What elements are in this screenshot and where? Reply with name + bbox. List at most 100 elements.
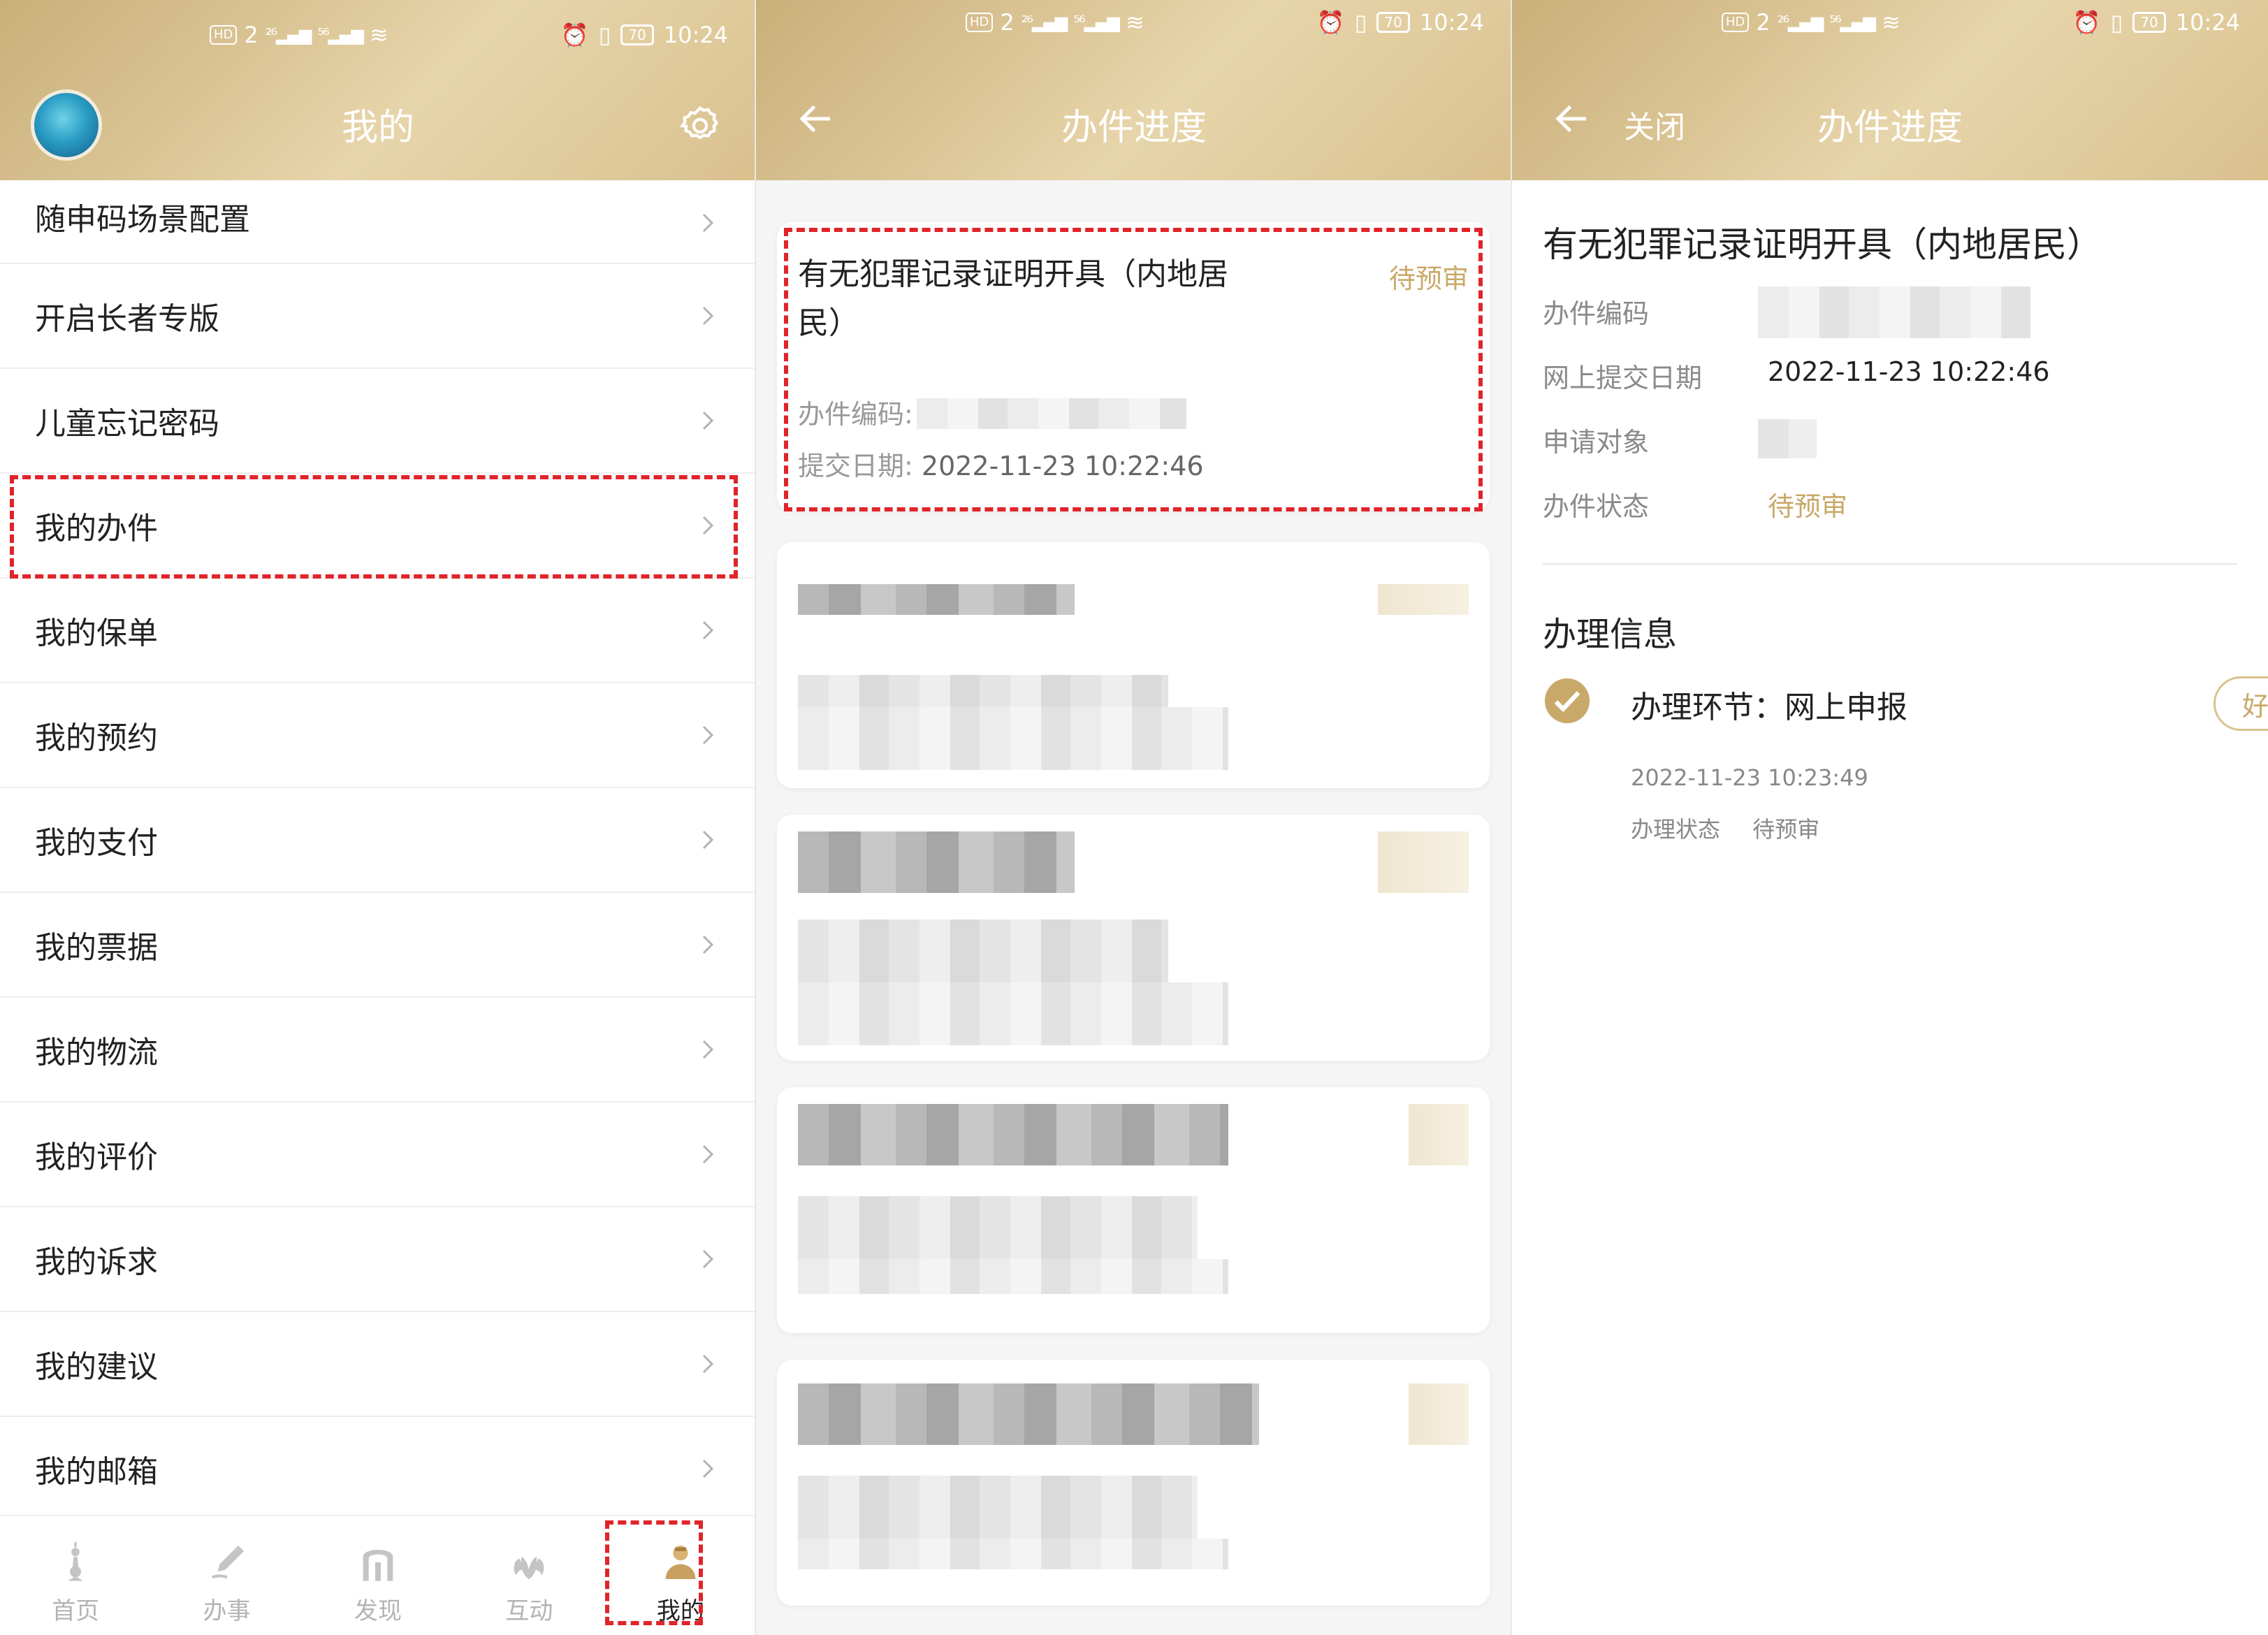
menu-item-my-policies[interactable]: 我的保单 bbox=[0, 579, 756, 683]
menu-item-my-payments[interactable]: 我的支付 bbox=[0, 788, 756, 893]
net-label: ²⁶ bbox=[1777, 13, 1789, 32]
chevron-right-icon bbox=[702, 306, 714, 326]
signal-icon: ²⁶▂▄▆ bbox=[1777, 13, 1824, 32]
chevron-right-icon bbox=[702, 1144, 714, 1164]
case-card-redacted[interactable] bbox=[777, 815, 1490, 1061]
tab-label: 办事 bbox=[203, 1597, 251, 1625]
redacted-line bbox=[798, 982, 1228, 1045]
menu-item-label: 随申码场景配置 bbox=[35, 202, 250, 238]
menu-item-scene-config[interactable]: 随申码场景配置 bbox=[0, 180, 756, 264]
step-time: 2022-11-23 10:23:49 bbox=[1631, 764, 1868, 791]
status-badge: 待预审 bbox=[1768, 491, 1848, 522]
chevron-right-icon bbox=[702, 1459, 714, 1478]
page-title: 我的 bbox=[341, 107, 414, 149]
step-state-value: 待预审 bbox=[1752, 816, 1820, 843]
wifi-icon: ≋ bbox=[1882, 9, 1900, 36]
menu-item-my-logistics[interactable]: 我的物流 bbox=[0, 998, 756, 1103]
clock: 10:24 bbox=[663, 22, 728, 48]
tab-home[interactable]: 首页 bbox=[0, 1516, 151, 1635]
rate-button[interactable]: 好差评 bbox=[2214, 676, 2268, 731]
menu-item-my-receipts[interactable]: 我的票据 bbox=[0, 893, 756, 998]
redacted-line bbox=[798, 1259, 1228, 1294]
field-label: 申请对象 bbox=[1543, 427, 1650, 458]
settings-menu: 随申码场景配置 开启长者专版 儿童忘记密码 我的办件 我的保单 我的预约 我的支… bbox=[0, 180, 756, 1522]
check-circle-icon bbox=[1544, 678, 1590, 724]
alarm-icon: ⏰ bbox=[1316, 9, 1345, 36]
tab-discover[interactable]: 发现 bbox=[303, 1516, 453, 1635]
tab-services[interactable]: 办事 bbox=[151, 1516, 302, 1635]
status-bar-right: ⏰ ▯ 70 10:24 bbox=[2073, 0, 2240, 45]
highlight-box bbox=[605, 1520, 703, 1625]
wifi-icon: ≋ bbox=[1126, 9, 1144, 36]
header: HD 2 ²⁶▂▄▆ ⁵⁶▂▄▆ ≋ ⏰ ▯ 70 10:24 关闭 办件进度 bbox=[1512, 0, 2268, 180]
page-title: 办件进度 bbox=[1061, 107, 1207, 149]
menu-item-label: 我的诉求 bbox=[35, 1244, 158, 1280]
vibrate-icon: ▯ bbox=[2110, 9, 2123, 36]
case-card-redacted[interactable] bbox=[777, 542, 1490, 788]
pen-icon bbox=[211, 1546, 244, 1579]
menu-item-label: 我的邮箱 bbox=[35, 1454, 158, 1490]
alarm-icon: ⏰ bbox=[2072, 9, 2101, 36]
menu-item-label: 儿童忘记密码 bbox=[35, 406, 219, 442]
menu-item-label: 我的建议 bbox=[35, 1349, 158, 1385]
signal-icon: ²⁶▂▄▆ bbox=[1021, 13, 1068, 32]
hd-badge: HD bbox=[1722, 13, 1750, 32]
case-card-redacted[interactable] bbox=[777, 1360, 1490, 1606]
status-bar-right: ⏰ ▯ 70 10:24 bbox=[1317, 0, 1484, 45]
magnolia-icon bbox=[514, 1557, 544, 1579]
menu-item-my-suggestions[interactable]: 我的建议 bbox=[0, 1312, 756, 1417]
redacted-line bbox=[798, 1476, 1198, 1539]
redacted-target bbox=[1758, 419, 1817, 458]
chevron-right-icon bbox=[702, 213, 714, 233]
net-label: ⁵⁶ bbox=[1829, 13, 1841, 32]
signal-icon: ⁵⁶▂▄▆ bbox=[317, 25, 364, 45]
net-label: ⁵⁶ bbox=[1073, 13, 1085, 32]
net-label: ²⁶ bbox=[1021, 13, 1033, 32]
menu-item-my-appointments[interactable]: 我的预约 bbox=[0, 683, 756, 788]
highlight-box bbox=[784, 228, 1483, 511]
menu-item-my-reviews[interactable]: 我的评价 bbox=[0, 1103, 756, 1207]
hd-badge: HD bbox=[210, 25, 238, 45]
gear-icon[interactable] bbox=[678, 103, 722, 148]
chevron-right-icon bbox=[702, 1040, 714, 1059]
status-bar-left: HD 2 ²⁶▂▄▆ ⁵⁶▂▄▆ ≋ bbox=[1722, 0, 1900, 45]
alarm-icon: ⏰ bbox=[560, 22, 589, 48]
battery-icon: 70 bbox=[620, 24, 654, 45]
chevron-right-icon bbox=[702, 725, 714, 745]
menu-item-label: 我的保单 bbox=[35, 616, 158, 651]
step-state-label: 办理状态 bbox=[1631, 816, 1721, 843]
menu-item-label: 我的评价 bbox=[35, 1140, 158, 1175]
hd-badge: HD bbox=[966, 13, 994, 32]
section-title: 办理信息 bbox=[1543, 615, 1678, 654]
case-card-redacted[interactable] bbox=[777, 1087, 1490, 1333]
redacted-line bbox=[798, 707, 1228, 770]
menu-item-my-appeals[interactable]: 我的诉求 bbox=[0, 1207, 756, 1312]
redacted-title bbox=[798, 584, 1075, 615]
divider bbox=[1543, 563, 2237, 565]
redacted-title bbox=[798, 1383, 1259, 1445]
my-page-panel: HD 2 ²⁶▂▄▆ ⁵⁶▂▄▆ ≋ ⏰ ▯ 70 10:24 我的 随申码场景… bbox=[0, 0, 756, 1635]
menu-item-child-password[interactable]: 儿童忘记密码 bbox=[0, 369, 756, 474]
status-bar-right: ⏰ ▯ 70 10:24 bbox=[561, 13, 728, 57]
redacted-title bbox=[798, 1104, 1228, 1165]
menu-item-label: 我的票据 bbox=[35, 930, 158, 966]
menu-item-label: 开启长者专版 bbox=[35, 301, 219, 337]
header: HD 2 ²⁶▂▄▆ ⁵⁶▂▄▆ ≋ ⏰ ▯ 70 10:24 我的 bbox=[0, 0, 756, 180]
tab-interact[interactable]: 互动 bbox=[453, 1516, 604, 1635]
status-bar-left: HD 2 ²⁶▂▄▆ ⁵⁶▂▄▆ ≋ bbox=[210, 13, 388, 57]
status-bar-left: HD 2 ²⁶▂▄▆ ⁵⁶▂▄▆ ≋ bbox=[966, 0, 1144, 45]
signal-icon: ⁵⁶▂▄▆ bbox=[1829, 13, 1876, 32]
tab-label: 互动 bbox=[505, 1597, 553, 1625]
chevron-right-icon bbox=[702, 1354, 714, 1374]
header: HD 2 ²⁶▂▄▆ ⁵⁶▂▄▆ ≋ ⏰ ▯ 70 10:24 办件进度 bbox=[756, 0, 1512, 180]
redacted-title bbox=[798, 831, 1075, 893]
menu-item-elder-mode[interactable]: 开启长者专版 bbox=[0, 264, 756, 369]
menu-item-my-mailbox[interactable]: 我的邮箱 bbox=[0, 1417, 756, 1522]
redacted-line bbox=[798, 920, 1168, 982]
case-detail-panel: HD 2 ²⁶▂▄▆ ⁵⁶▂▄▆ ≋ ⏰ ▯ 70 10:24 关闭 办件进度 … bbox=[1512, 0, 2268, 1635]
redacted-status bbox=[1378, 831, 1469, 893]
redacted-code bbox=[1758, 286, 2030, 338]
redacted-line bbox=[798, 1196, 1198, 1259]
tower-icon bbox=[68, 1541, 83, 1581]
chevron-right-icon bbox=[702, 411, 714, 430]
